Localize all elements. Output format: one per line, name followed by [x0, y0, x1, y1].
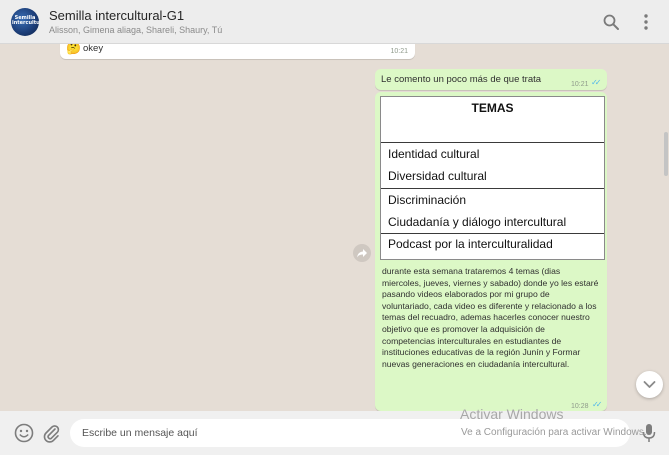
message-text: Le comento un poco más de que trata	[381, 74, 542, 85]
table-cell: Ciudadanía y diálogo intercultural	[388, 215, 567, 229]
table-divider	[381, 142, 604, 143]
message-input-placeholder: Escribe un mensaje aquí	[82, 427, 198, 439]
chat-header[interactable]: Semilla intercultural Semilla intercultu…	[0, 0, 669, 44]
table-cell: Identidad cultural	[388, 147, 480, 161]
table-divider	[381, 188, 604, 189]
kebab-menu-icon[interactable]	[636, 12, 656, 32]
message-list[interactable]: 🤔 okey 10:21 Le comento un poco más de q…	[0, 44, 669, 411]
chevron-down-icon	[643, 381, 656, 388]
windows-activation-title: Activar Windows	[460, 406, 564, 422]
message-time: 10:21	[571, 81, 589, 88]
image-table-title: TEMAS	[471, 101, 514, 115]
avatar-logo-text: Semilla intercultural	[12, 15, 39, 26]
shared-image[interactable]: TEMAS Identidad cultural Diversidad cult…	[380, 96, 605, 260]
table-cell: Diversidad cultural	[388, 169, 487, 183]
windows-activation-subtitle: Ve a Configuración para activar Windows.	[461, 427, 647, 438]
emoji-icon[interactable]	[13, 422, 35, 444]
thinking-face-emoji: 🤔	[66, 44, 81, 55]
forward-button[interactable]	[353, 244, 371, 262]
message-time: 10:21	[390, 48, 408, 55]
table-cell: Discriminación	[388, 193, 467, 207]
table-divider	[381, 233, 604, 234]
scrollbar-thumb[interactable]	[664, 132, 668, 176]
message-bubble-incoming[interactable]: 🤔 okey 10:21	[60, 44, 415, 59]
paperclip-icon[interactable]	[40, 422, 62, 444]
group-avatar[interactable]: Semilla intercultural	[11, 8, 39, 36]
image-caption: durante esta semana trataremos 4 temas (…	[382, 266, 599, 369]
table-cell: Podcast por la interculturalidad	[388, 237, 553, 251]
read-ticks-icon: ✓✓	[591, 78, 602, 87]
forward-icon	[357, 249, 367, 258]
scroll-to-bottom-button[interactable]	[636, 371, 663, 398]
message-time: 10:28	[571, 403, 589, 410]
chat-title[interactable]: Semilla intercultural-G1	[49, 8, 184, 23]
read-ticks-icon: ✓✓	[592, 400, 603, 409]
search-icon[interactable]	[601, 12, 621, 32]
message-bubble-outgoing[interactable]: Le comento un poco más de que trata 10:2…	[375, 69, 607, 90]
message-text: okey	[83, 44, 104, 54]
chat-members[interactable]: Alisson, Gimena aliaga, Shareli, Shaury,…	[49, 25, 222, 35]
